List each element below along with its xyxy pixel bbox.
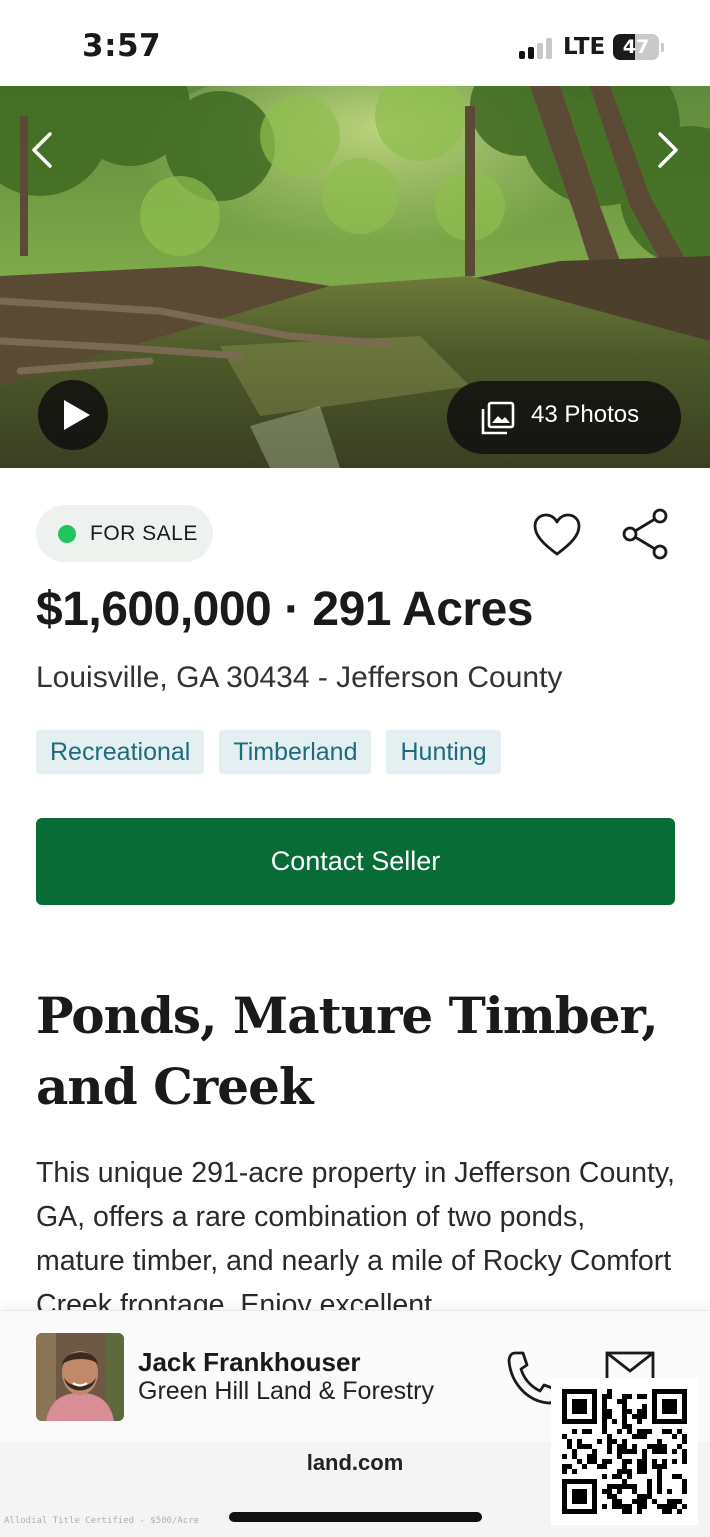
tag-recreational[interactable]: Recreational xyxy=(36,730,205,774)
agent-company: Green Hill Land & Forestry xyxy=(138,1377,434,1405)
listing-photo[interactable]: 43 Photos xyxy=(0,86,710,468)
listing-address: Louisville, GA 30434 - Jefferson County xyxy=(36,661,563,694)
battery-percent: 47 xyxy=(622,36,650,58)
battery-tip xyxy=(661,43,664,52)
photos-count-label: 43 Photos xyxy=(531,401,640,428)
agent-avatar[interactable] xyxy=(36,1333,124,1421)
gallery-icon xyxy=(481,401,515,435)
tag-timberland[interactable]: Timberland xyxy=(219,730,372,774)
chevron-right-icon[interactable] xyxy=(644,128,688,172)
listing-headline: Ponds, Mature Timber, and Creek xyxy=(36,986,659,1116)
network-label: LTE xyxy=(563,34,606,60)
heart-icon[interactable] xyxy=(532,512,582,558)
chevron-left-icon[interactable] xyxy=(22,128,66,172)
qr-code xyxy=(551,1378,698,1525)
status-label: FOR SALE xyxy=(90,522,198,545)
tag-hunting[interactable]: Hunting xyxy=(386,730,501,774)
play-icon xyxy=(64,400,90,430)
photos-count-button[interactable]: 43 Photos xyxy=(447,381,681,454)
fine-print: Allodial Title Certified - $500/Acre xyxy=(4,1516,200,1526)
share-icon[interactable] xyxy=(621,508,671,560)
price-acreage: $1,600,000 · 291 Acres xyxy=(36,583,533,636)
listing-description: This unique 291-acre property in Jeffers… xyxy=(36,1157,675,1311)
home-indicator[interactable] xyxy=(229,1512,482,1522)
play-video-button[interactable] xyxy=(38,380,108,450)
status-time: 3:57 xyxy=(82,28,162,64)
battery-icon: 47 xyxy=(613,34,659,60)
phone-icon[interactable] xyxy=(505,1349,557,1405)
status-bar: 3:57 LTE 47 xyxy=(0,0,710,86)
contact-seller-button[interactable]: Contact Seller xyxy=(36,818,675,905)
status-dot xyxy=(58,525,76,543)
signal-icon xyxy=(519,37,555,59)
agent-name[interactable]: Jack Frankhouser xyxy=(138,1347,361,1378)
category-tags: Recreational Timberland Hunting xyxy=(36,730,501,774)
status-badge: FOR SALE xyxy=(36,505,213,562)
